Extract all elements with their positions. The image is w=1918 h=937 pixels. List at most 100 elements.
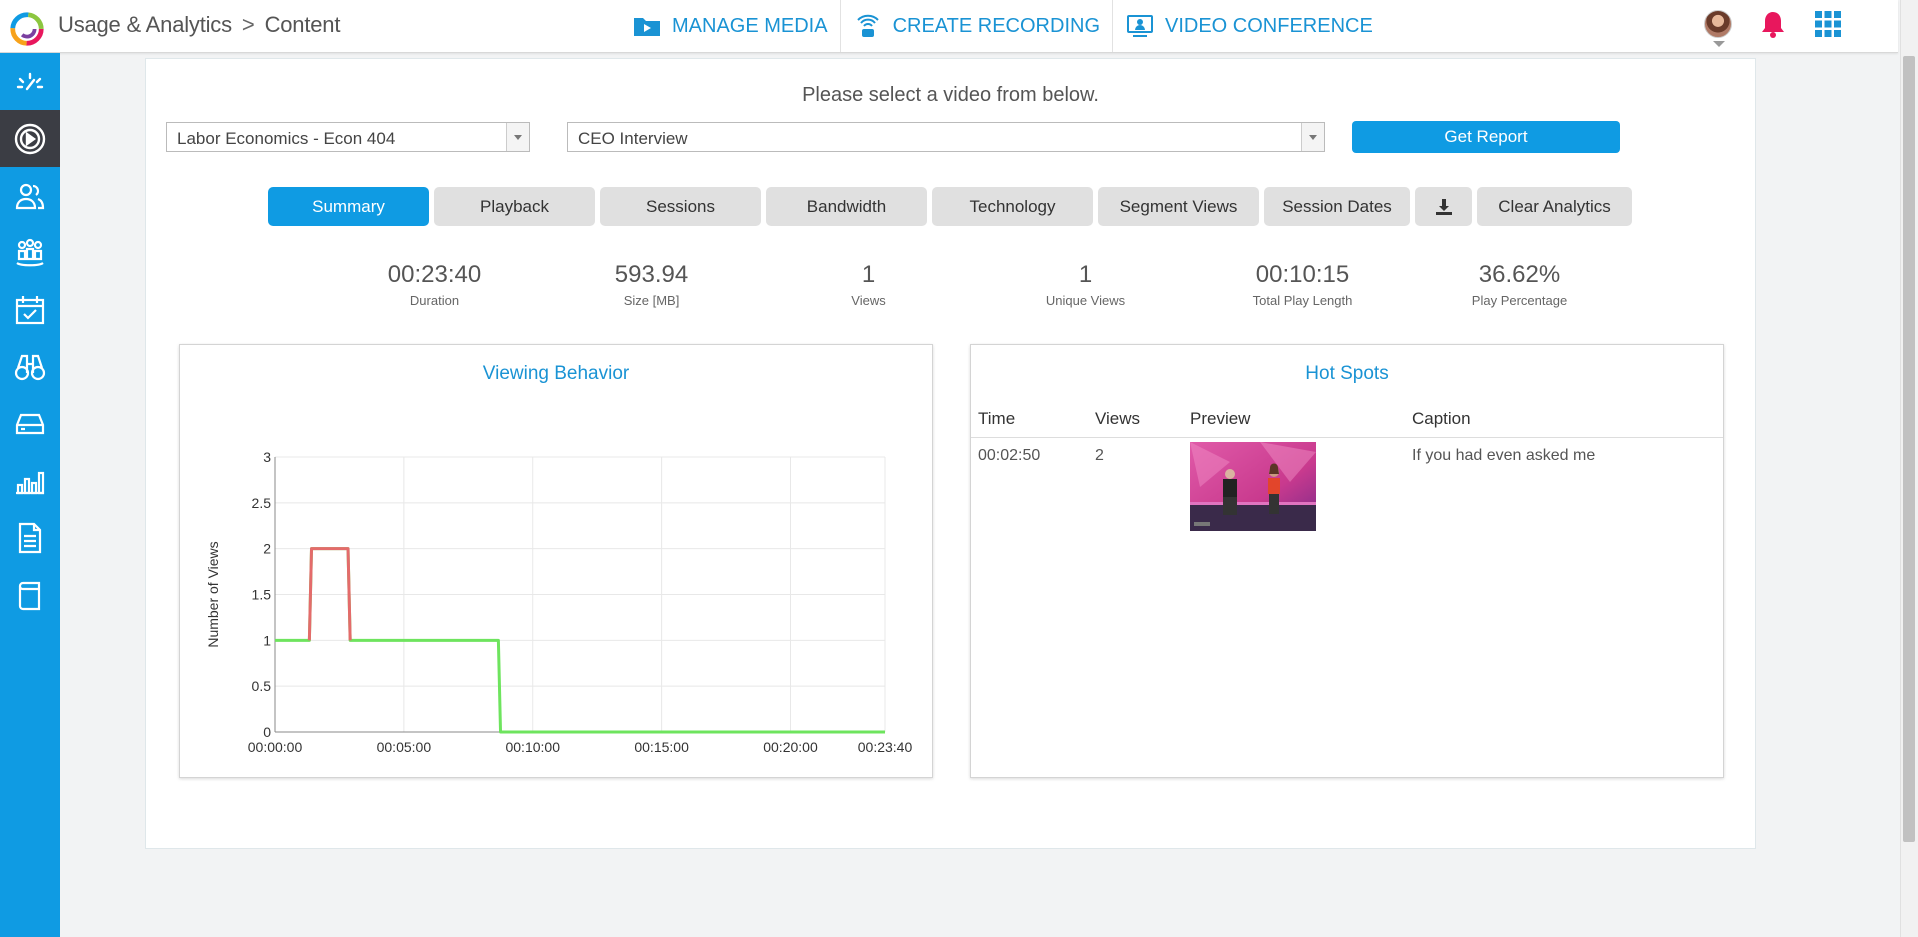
scrollbar-thumb[interactable] [1903, 56, 1915, 842]
stat-label: Play Percentage [1471, 293, 1568, 308]
sidebar-item-storage[interactable] [0, 395, 60, 452]
calendar-check-icon [15, 295, 45, 324]
x-tick-label: 00:15:00 [634, 739, 689, 755]
course-select-value: Labor Economics - Econ 404 [177, 129, 396, 148]
stat-value: 00:10:15 [1255, 261, 1350, 288]
manage-media-label: MANAGE MEDIA [672, 14, 828, 37]
stat-play-percentage: 36.62% Play Percentage [1411, 261, 1628, 308]
y-tick-label: 2 [263, 541, 271, 557]
book-icon [18, 581, 41, 610]
sidebar-item-analytics[interactable] [0, 110, 60, 167]
table-row[interactable]: 00:02:50 2 If you had even asked me [971, 442, 1723, 547]
sidebar-item-groups[interactable] [0, 224, 60, 281]
stat-label: Unique Views [1045, 293, 1126, 308]
x-tick-label: 00:05:00 [377, 739, 432, 755]
x-tick-label: 00:23:40 [858, 739, 913, 755]
app-logo-icon[interactable] [8, 10, 46, 48]
sidebar-item-users[interactable] [0, 167, 60, 224]
stat-value: 00:23:40 [387, 261, 482, 288]
column-header-preview: Preview [1190, 409, 1251, 428]
sidebar-item-dashboard[interactable] [0, 53, 60, 110]
apps-grid-icon[interactable] [1814, 10, 1842, 38]
video-select-value: CEO Interview [578, 129, 688, 148]
video-conference-label: VIDEO CONFERENCE [1165, 14, 1373, 37]
users-icon [15, 183, 45, 209]
column-header-caption: Caption [1412, 409, 1471, 428]
column-header-time: Time [978, 409, 1016, 428]
sidebar-item-library[interactable] [0, 566, 60, 623]
bell-icon[interactable] [1760, 10, 1786, 38]
get-report-button[interactable]: Get Report [1352, 121, 1620, 153]
breadcrumb-separator: > [241, 12, 255, 37]
top-bar: Usage & Analytics > Content MANAGE MEDIA C… [0, 0, 1898, 53]
clear-analytics-button[interactable]: Clear Analytics [1477, 187, 1632, 226]
stat-label: Views [851, 293, 886, 308]
tab-segment-views[interactable]: Segment Views [1098, 187, 1259, 226]
stat-value: 1 [861, 261, 876, 288]
viewing-behavior-chart[interactable]: 0 0.5 1 1.5 2 2.5 3 00:00:00 00:05:00 00:10:00 00:… [180, 375, 930, 775]
video-select[interactable]: CEO Interview [567, 122, 1325, 152]
y-tick-label: 0 [263, 724, 271, 740]
stat-value: 593.94 [614, 261, 689, 288]
hotspot-caption: If you had even asked me [1412, 447, 1596, 464]
stat-value: 1 [1078, 261, 1093, 288]
document-icon [18, 522, 42, 553]
stat-label: Total Play Length [1252, 293, 1353, 308]
course-select[interactable]: Labor Economics - Econ 404 [166, 122, 530, 152]
avatar-menu-caret-icon [1713, 41, 1725, 47]
viewing-behavior-card: Viewing Behavior 0 0.5 1 1.5 2 2.5 3 00:00:00 00… [179, 344, 933, 778]
y-tick-label: 0.5 [252, 678, 272, 694]
sidebar-item-documents[interactable] [0, 509, 60, 566]
video-conference-link[interactable]: VIDEO CONFERENCE [1113, 0, 1385, 52]
download-button[interactable] [1415, 187, 1472, 226]
x-tick-label: 00:10:00 [505, 739, 560, 755]
sidebar [0, 53, 60, 937]
conference-icon [1127, 15, 1153, 37]
chevron-down-icon [1301, 123, 1324, 151]
chevron-down-icon [506, 123, 529, 151]
analytics-tabs: Summary Playback Sessions Bandwidth Tech… [268, 187, 1632, 226]
summary-stats: 00:23:40 Duration 593.94 Size [MB] 1 Views … [326, 261, 1628, 308]
column-header-views: Views [1095, 409, 1141, 428]
x-tick-label: 00:20:00 [763, 739, 818, 755]
select-video-prompt: Please select a video from below. [802, 84, 1099, 106]
breadcrumb-section[interactable]: Usage & Analytics [58, 12, 232, 37]
tab-playback[interactable]: Playback [434, 187, 595, 226]
manage-media-link[interactable]: MANAGE MEDIA [620, 0, 841, 52]
stat-total-play-length: 00:10:15 Total Play Length [1194, 261, 1411, 308]
hot-spots-card: Hot Spots Time Views Preview Caption 00:… [970, 344, 1724, 778]
y-tick-label: 2.5 [252, 495, 272, 511]
hotspot-views: 2 [1095, 447, 1104, 464]
stat-value: 36.62% [1478, 261, 1561, 288]
recording-icon [856, 14, 879, 37]
hotspot-preview-thumbnail[interactable] [1190, 442, 1316, 531]
storage-drive-icon [15, 413, 45, 434]
tab-session-dates[interactable]: Session Dates [1264, 187, 1410, 226]
create-recording-label: CREATE RECORDING [892, 14, 1100, 37]
top-nav: MANAGE MEDIA CREATE RECORDING VIDEO CONF… [620, 0, 1385, 52]
hot-spots-header: Time Views Preview Caption [971, 407, 1723, 438]
sidebar-item-reports[interactable] [0, 452, 60, 509]
x-tick-label: 00:00:00 [248, 739, 303, 755]
tab-technology[interactable]: Technology [932, 187, 1093, 226]
create-recording-link[interactable]: CREATE RECORDING [841, 0, 1113, 52]
avatar[interactable] [1704, 10, 1732, 47]
media-folder-icon [634, 18, 660, 36]
y-tick-label: 1 [263, 632, 271, 648]
analytics-panel: Please select a video from below. Labor … [145, 58, 1756, 849]
breadcrumb: Usage & Analytics > Content [58, 12, 340, 38]
y-tick-label: 1.5 [252, 587, 272, 603]
analytics-play-icon [14, 123, 46, 154]
binoculars-icon [14, 354, 46, 380]
stat-size: 593.94 Size [MB] [543, 261, 760, 308]
tab-bandwidth[interactable]: Bandwidth [766, 187, 927, 226]
bar-chart-icon [16, 471, 45, 494]
sidebar-item-explore[interactable] [0, 338, 60, 395]
stat-label: Size [MB] [623, 293, 680, 308]
stat-views: 1 Views [760, 261, 977, 308]
top-right-actions [1704, 10, 1842, 47]
tab-sessions[interactable]: Sessions [600, 187, 761, 226]
tab-summary[interactable]: Summary [268, 187, 429, 226]
breadcrumb-page: Content [264, 12, 341, 37]
sidebar-item-calendar[interactable] [0, 281, 60, 338]
